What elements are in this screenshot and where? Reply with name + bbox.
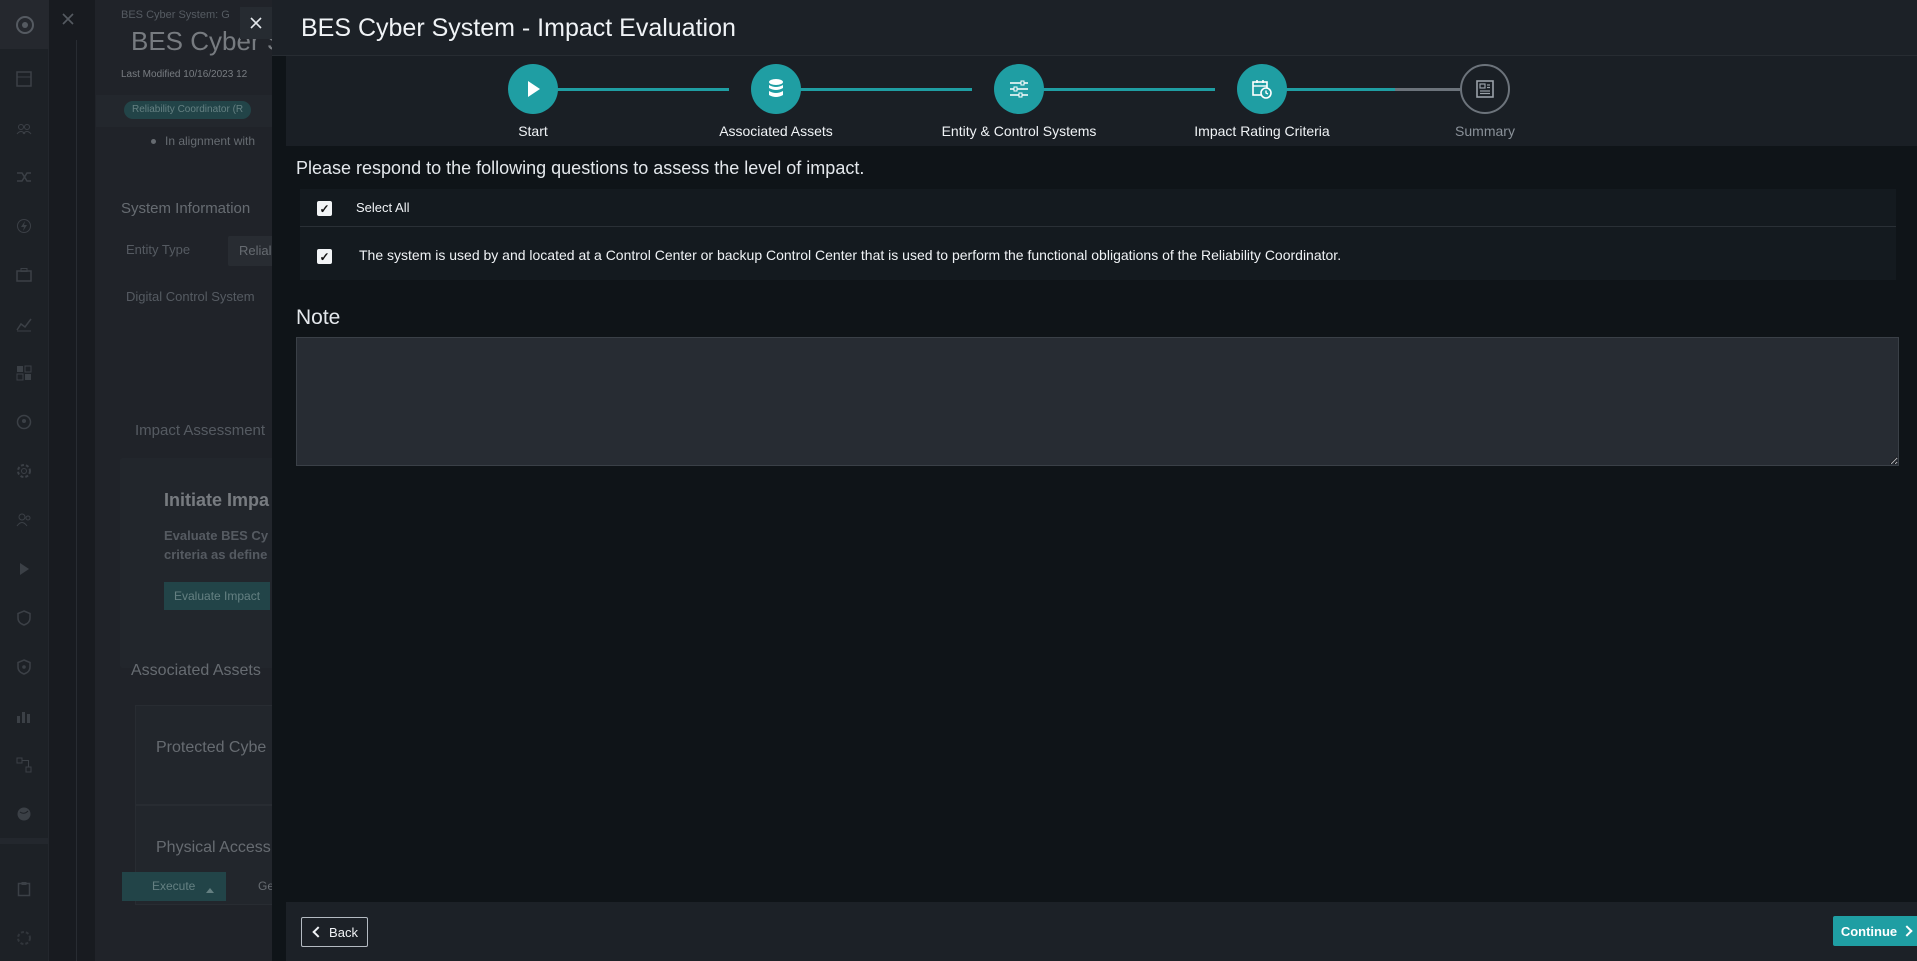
step-connector [1286,88,1395,91]
wizard-stepper: Start Associated Assets Entity & Control… [286,56,1917,146]
step-connector [557,88,729,91]
instruction-text: Please respond to the following question… [296,158,865,178]
background-overlay [0,0,272,961]
step-associated-assets[interactable] [751,64,801,114]
modal-close-button[interactable] [240,7,272,39]
modal-footer: Back Continue [286,902,1917,961]
step-start[interactable] [508,64,558,114]
app-root: BES Cyber System: G BES Cyber S Last Mod… [0,0,1917,961]
close-icon [250,17,262,29]
continue-button[interactable]: Continue [1833,916,1917,946]
play-icon [528,81,540,97]
step-summary[interactable] [1460,64,1510,114]
continue-button-label: Continue [1840,923,1898,939]
modal-header: BES Cyber System - Impact Evaluation [272,0,1917,56]
calendar-clock-icon [1252,80,1272,99]
step-impact-rating-criteria[interactable] [1237,64,1287,114]
step-label-summary: Summary [1455,123,1515,139]
chevron-right-icon [1901,925,1913,937]
step-label-impact-rating-criteria: Impact Rating Criteria [1194,123,1330,139]
question-checkbox[interactable]: ✓ [317,249,332,264]
select-all-row[interactable] [300,189,1896,226]
impact-evaluation-modal: BES Cyber System - Impact Evaluation Sta… [272,0,1917,961]
sliders-icon [1010,80,1028,98]
back-button[interactable]: Back [301,917,368,947]
question-text[interactable]: The system is used by and located at a C… [359,247,1341,263]
note-textarea[interactable] [296,337,1899,466]
modal-title: BES Cyber System - Impact Evaluation [301,14,736,42]
step-connector [1043,88,1215,91]
select-all-label[interactable]: Select All [356,200,409,215]
back-button-label: Back [329,924,358,940]
step-entity-control-systems[interactable] [994,64,1044,114]
step-connector [800,88,972,91]
step-label-entity-control-systems: Entity & Control Systems [941,123,1097,139]
select-all-checkbox[interactable]: ✓ [317,201,332,216]
step-label-associated-assets: Associated Assets [719,123,833,139]
chevron-left-icon [312,926,324,938]
document-icon [1476,80,1494,98]
step-connector-pending [1395,88,1460,91]
database-icon [769,79,783,97]
note-label: Note [296,306,341,329]
step-label-start: Start [518,123,548,139]
